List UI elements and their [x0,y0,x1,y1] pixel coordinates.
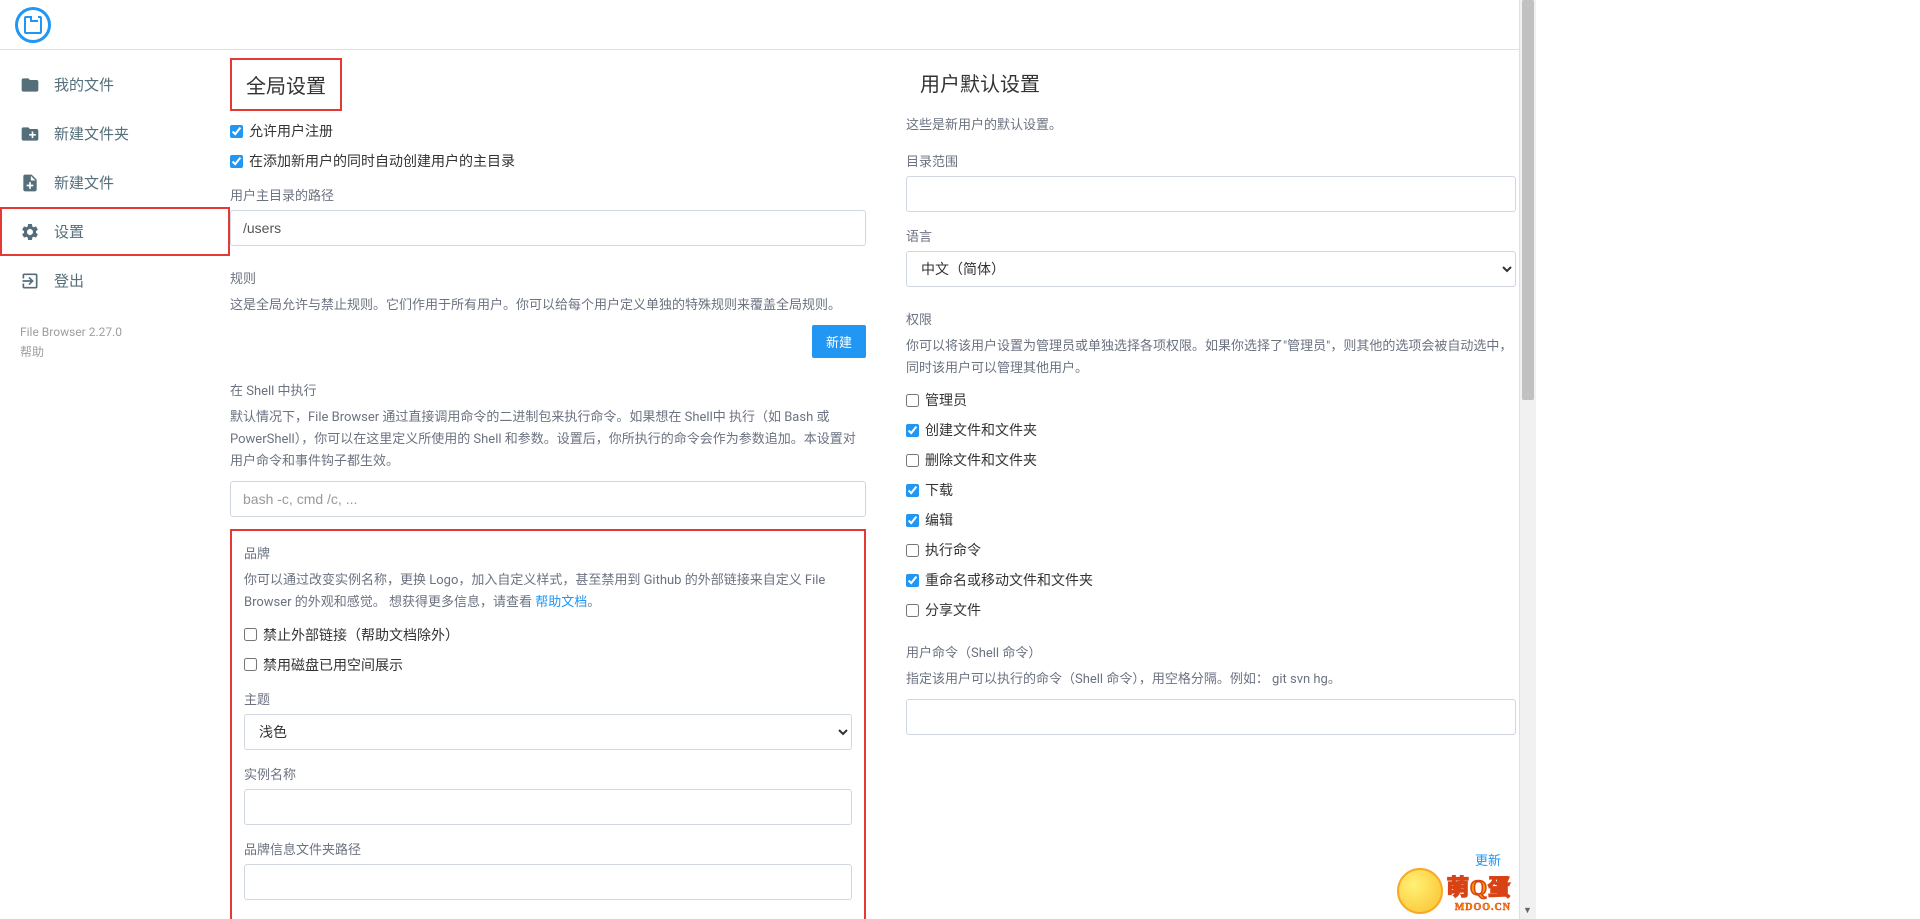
folder-icon [20,75,40,95]
create-folder-icon [20,124,40,144]
user-defaults-title: 用户默认设置 [906,58,1054,107]
brand-title: 品牌 [244,543,852,562]
allow-signup-checkbox[interactable] [230,125,243,138]
sidebar-item-logout[interactable]: 登出 [0,256,230,305]
perm-rename-checkbox[interactable] [906,574,919,587]
instance-name-label: 实例名称 [244,764,852,783]
shell-desc: 默认情况下，File Browser 通过直接调用命令的二进制包来执行命令。如果… [230,407,866,473]
commands-label: 用户命令（Shell 命令） [906,642,1516,661]
perm-execute-label: 执行命令 [925,540,981,560]
perm-download-checkbox[interactable] [906,484,919,497]
sidebar-item-label: 新建文件夹 [54,123,129,144]
scope-label: 目录范围 [906,151,1516,170]
sidebar-item-new-file[interactable]: 新建文件 [0,158,230,207]
scope-input[interactable] [906,176,1516,212]
rules-label: 规则 [230,268,866,287]
sidebar: 我的文件 新建文件夹 新建文件 设置 [0,50,230,919]
shell-input[interactable] [230,481,866,517]
theme-label: 主题 [244,689,852,708]
sidebar-item-new-folder[interactable]: 新建文件夹 [0,109,230,158]
perm-execute-checkbox[interactable] [906,544,919,557]
user-defaults-column: 用户默认设置 这些是新用户的默认设置。 目录范围 语言 中文（简体） 权限 你可… [906,50,1536,899]
user-defaults-desc: 这些是新用户的默认设置。 [906,115,1516,137]
language-label: 语言 [906,226,1516,245]
perms-desc: 你可以将该用户设置为管理员或单独选择各项权限。如果你选择了"管理员"，则其他的选… [906,336,1516,380]
watermark: 更新 萌Q蛋 MDOO.CN [1397,868,1511,914]
sidebar-item-label: 新建文件 [54,172,114,193]
language-select[interactable]: 中文（简体） [906,251,1516,287]
perm-admin-checkbox[interactable] [906,394,919,407]
instance-name-input[interactable] [244,789,852,825]
allow-signup-label: 允许用户注册 [249,121,333,141]
perms-label: 权限 [906,309,1516,328]
perm-create-label: 创建文件和文件夹 [925,420,1037,440]
note-add-icon [20,173,40,193]
branding-path-input[interactable] [244,864,852,900]
theme-select[interactable]: 浅色 [244,714,852,750]
disable-external-label: 禁止外部链接（帮助文档除外） [263,625,459,645]
brand-desc: 你可以通过改变实例名称，更换 Logo，加入自定义样式，甚至禁用到 Github… [244,570,852,614]
disable-disk-usage-checkbox[interactable] [244,658,257,671]
perm-edit-label: 编辑 [925,510,953,530]
perm-edit-checkbox[interactable] [906,514,919,527]
perm-share-label: 分享文件 [925,600,981,620]
help-link[interactable]: 帮助 [20,343,210,360]
shell-label: 在 Shell 中执行 [230,380,866,399]
perm-create-checkbox[interactable] [906,424,919,437]
sidebar-item-my-files[interactable]: 我的文件 [0,60,230,109]
rules-desc: 这是全局允许与禁止规则。它们作用于所有用户。你可以给每个用户定义单独的特殊规则来… [230,295,866,317]
gear-icon [20,222,40,242]
watermark-text: 萌Q蛋 MDOO.CN [1447,870,1511,913]
logout-icon [20,271,40,291]
home-path-label: 用户主目录的路径 [230,185,866,204]
topbar [0,0,1536,50]
perm-delete-checkbox[interactable] [906,454,919,467]
auto-create-home-label: 在添加新用户的同时自动创建用户的主目录 [249,151,515,171]
disable-disk-usage-label: 禁用磁盘已用空间展示 [263,655,403,675]
brand-section: 品牌 你可以通过改变实例名称，更换 Logo，加入自定义样式，甚至禁用到 Git… [230,529,866,919]
scrollbar-thumb[interactable] [1522,0,1534,400]
branding-path-label: 品牌信息文件夹路径 [244,839,852,858]
sidebar-item-label: 设置 [54,221,84,242]
perm-delete-label: 删除文件和文件夹 [925,450,1037,470]
watermark-face-icon [1397,868,1443,914]
sidebar-footer: File Browser 2.27.0 帮助 [0,305,230,384]
global-settings-title: 全局设置 [230,58,342,111]
app-logo[interactable] [15,7,51,43]
version-text: File Browser 2.27.0 [20,325,210,339]
scroll-down-icon[interactable]: ▼ [1519,902,1536,919]
commands-desc: 指定该用户可以执行的命令（Shell 命令），用空格分隔。例如： git svn… [906,669,1516,691]
disable-external-checkbox[interactable] [244,628,257,641]
sidebar-item-settings[interactable]: 设置 [0,207,230,256]
refresh-link[interactable]: 更新 [1475,850,1501,869]
perm-admin-label: 管理员 [925,390,967,410]
perm-rename-label: 重命名或移动文件和文件夹 [925,570,1093,590]
commands-input[interactable] [906,699,1516,735]
help-doc-link[interactable]: 帮助文档 [535,595,587,610]
auto-create-home-checkbox[interactable] [230,155,243,168]
new-rule-button[interactable]: 新建 [812,325,866,358]
sidebar-item-label: 登出 [54,270,84,291]
scrollbar[interactable]: ▲ ▼ [1519,0,1536,919]
perm-download-label: 下载 [925,480,953,500]
home-path-input[interactable] [230,210,866,246]
global-settings-column: 全局设置 允许用户注册 在添加新用户的同时自动创建用户的主目录 用户主目录的路径… [230,50,866,899]
perm-share-checkbox[interactable] [906,604,919,617]
sidebar-item-label: 我的文件 [54,74,114,95]
